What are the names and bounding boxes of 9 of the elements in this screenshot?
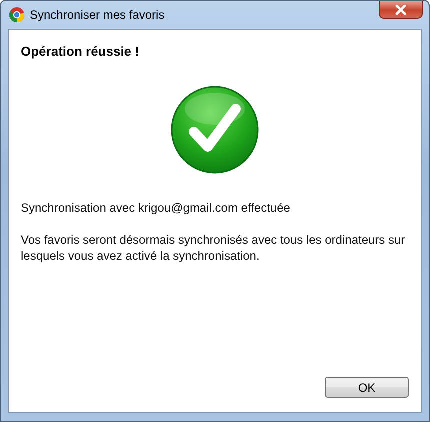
status-message: Synchronisation avec krigou@gmail.com effectuée — [21, 201, 292, 215]
dialog-heading: Opération réussie ! — [21, 44, 140, 59]
ok-button[interactable]: OK — [325, 377, 409, 398]
close-icon — [395, 4, 407, 14]
browser-logo-icon — [9, 7, 25, 23]
close-button[interactable] — [379, 1, 423, 19]
checkmark-icon — [170, 85, 260, 175]
window-title: Synchroniser mes favoris — [30, 8, 165, 22]
details-text: Vos favoris seront désormais synchronisés avec tous les ordinateurs sur lesquels vous avez activé la synchronisation. — [21, 232, 406, 264]
